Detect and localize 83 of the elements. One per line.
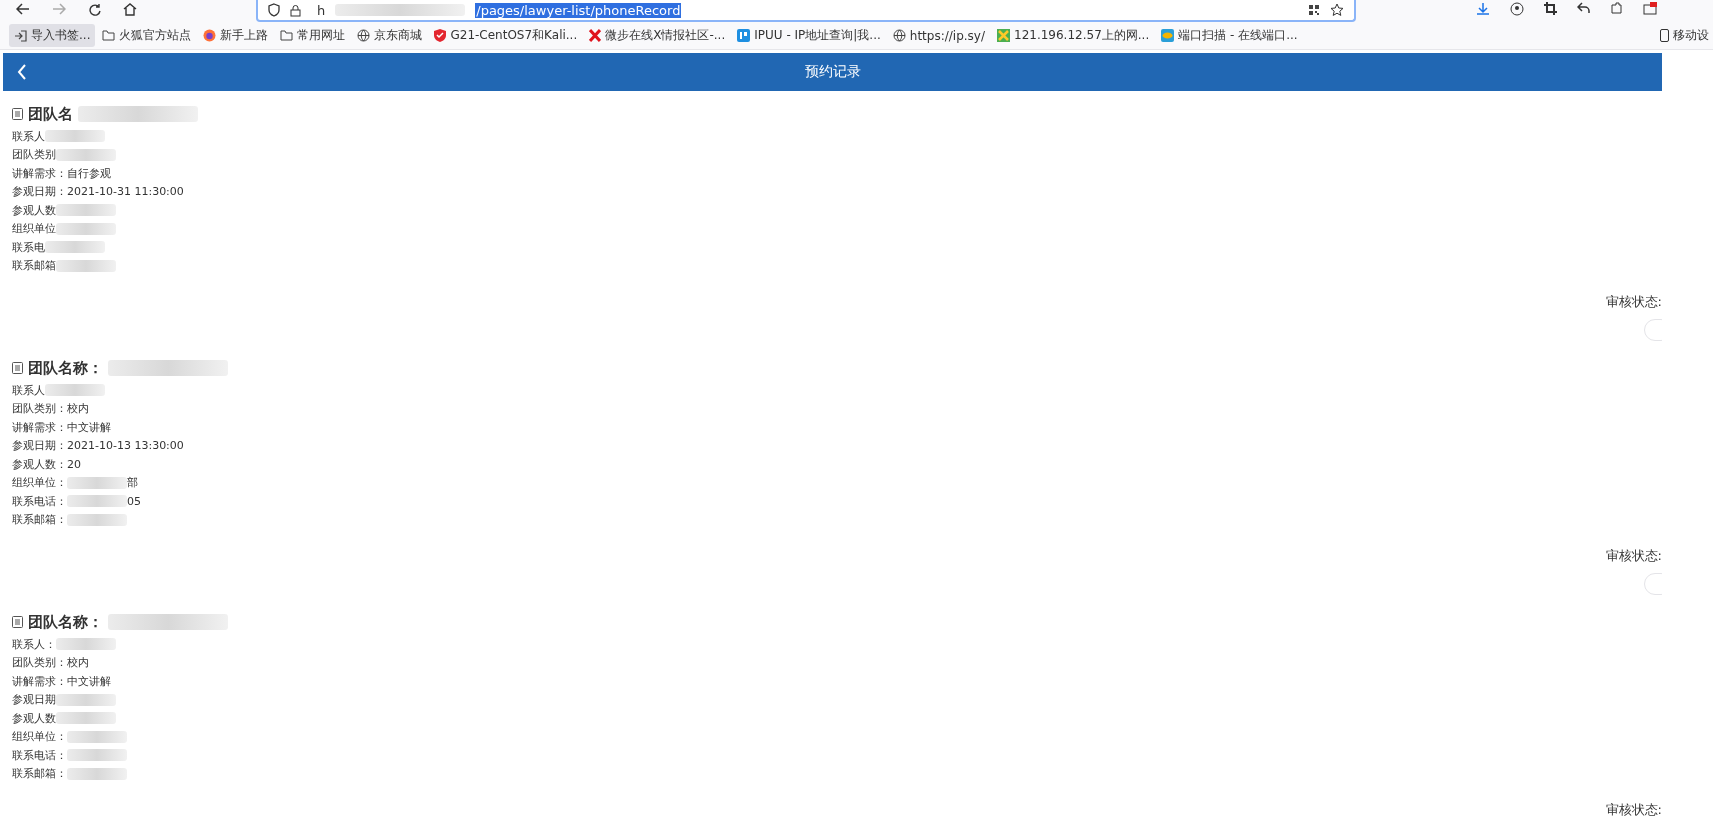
field-label: 参观人数 — [12, 202, 56, 218]
field-value: 中文讲解 — [67, 419, 111, 435]
field-label: 联系电话： — [12, 747, 67, 763]
field-label: 参观日期： — [12, 184, 67, 200]
bookmark[interactable]: 京东商城 — [352, 24, 428, 47]
team-name-label: 团队名 — [28, 104, 73, 124]
field-label: 团队类别： — [12, 655, 67, 671]
account-icon[interactable] — [1510, 2, 1524, 16]
document-icon — [12, 362, 23, 374]
field-label: 组织单位： — [12, 475, 67, 491]
field-label: 联系邮箱： — [12, 512, 67, 528]
folder-icon — [102, 30, 116, 41]
field-label: 联系邮箱 — [12, 258, 56, 274]
addon-icon[interactable] — [1643, 2, 1657, 15]
tool-logo-icon — [997, 29, 1010, 42]
mobile-bookmark[interactable]: 移动设 — [1655, 24, 1709, 47]
field-label: 联系人 — [12, 128, 45, 144]
review-status-label: 审核状态: — [1605, 801, 1662, 817]
field-value: 校内 — [67, 655, 89, 671]
field-label: 组织单位： — [12, 729, 67, 745]
field-label: 参观人数： — [12, 456, 67, 472]
field-label: 参观日期 — [12, 692, 56, 708]
import-icon — [14, 29, 27, 42]
x-logo-icon — [589, 29, 602, 42]
bookmark[interactable]: G21-CentOS7和Kali... — [429, 24, 583, 47]
bookmark[interactable]: 导入书签... — [9, 24, 96, 47]
ip-logo-icon — [737, 29, 751, 42]
field-label: 联系邮箱： — [12, 766, 67, 782]
field-value: 05 — [127, 494, 141, 508]
field-value: 部 — [127, 475, 138, 491]
download-icon[interactable] — [1476, 2, 1490, 15]
field-value: 2021-10-13 13:30:00 — [67, 439, 184, 453]
bookmark[interactable]: 火狐官方站点 — [97, 24, 197, 47]
field-label: 组织单位 — [12, 221, 56, 237]
bookmark[interactable]: 新手上路 — [198, 24, 274, 47]
page-title: 预约记录 — [804, 63, 861, 81]
field-value: 2021-10-31 11:30:00 — [67, 185, 184, 199]
back-icon[interactable] — [16, 3, 30, 15]
qr-code-icon[interactable] — [1308, 4, 1320, 16]
globe-icon — [892, 29, 906, 42]
address-bar[interactable]: h /pages/lawyer-list/phoneRecord — [256, 0, 1356, 22]
team-name-label: 团队名称： — [28, 358, 103, 378]
selected-url-text: /pages/lawyer-list/phoneRecord — [475, 2, 682, 18]
bookmark[interactable]: IPUU - IP地址查询|我... — [732, 24, 886, 47]
shield-icon — [268, 3, 280, 17]
bookmark[interactable]: 121.196.12.57上的网... — [992, 24, 1155, 47]
field-label: 联系人 — [12, 382, 45, 398]
undo-icon[interactable] — [1577, 2, 1590, 14]
url-text: h — [317, 2, 326, 18]
globe-icon — [357, 29, 371, 42]
field-label: 参观人数 — [12, 710, 56, 726]
field-label: 讲解需求： — [12, 673, 67, 689]
bookmark[interactable]: 端口扫描 - 在线端口... — [1156, 24, 1303, 47]
shield-icon — [434, 29, 447, 42]
review-status-label: 审核状态: — [1605, 547, 1662, 565]
field-value: 自行参观 — [67, 165, 111, 181]
field-label: 联系人： — [12, 636, 56, 652]
home-icon[interactable] — [123, 3, 137, 16]
field-value: 20 — [67, 457, 81, 471]
team-name-label: 团队名称： — [28, 612, 103, 632]
bookmark[interactable]: 常用网址 — [275, 24, 351, 47]
field-label: 讲解需求： — [12, 165, 67, 181]
crop-icon[interactable] — [1544, 2, 1557, 15]
reload-icon[interactable] — [88, 3, 101, 16]
field-value: 中文讲解 — [67, 673, 111, 689]
bookmark[interactable]: 微步在线X情报社区-... — [584, 24, 731, 47]
field-label: 参观日期： — [12, 438, 67, 454]
bookmark[interactable]: https://ip.sy/ — [887, 25, 990, 46]
field-label: 联系电 — [12, 239, 45, 255]
field-label: 团队类别 — [12, 147, 56, 163]
field-label: 联系电话： — [12, 493, 67, 509]
lock-icon — [290, 3, 301, 17]
document-icon — [12, 108, 23, 120]
field-label: 讲解需求： — [12, 419, 67, 435]
port-logo-icon — [1161, 29, 1175, 42]
folder-icon — [280, 30, 294, 41]
fox-logo-icon — [203, 29, 217, 42]
field-label: 团队类别： — [12, 401, 67, 417]
star-icon[interactable] — [1330, 3, 1344, 17]
document-icon — [12, 616, 23, 628]
review-status-label: 审核状态: — [1605, 293, 1662, 311]
phone-icon — [1660, 29, 1669, 42]
field-value: 校内 — [67, 401, 89, 417]
